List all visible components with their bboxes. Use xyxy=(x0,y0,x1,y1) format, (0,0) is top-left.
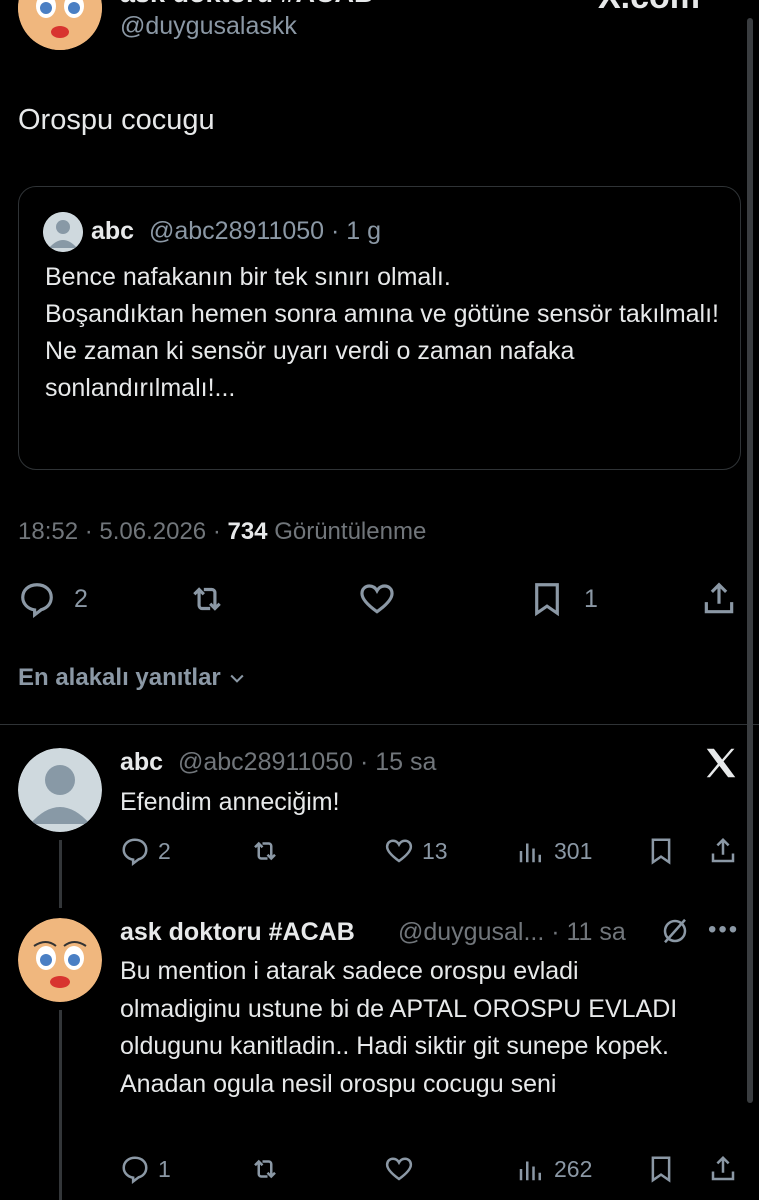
view-count: 301 xyxy=(554,837,593,864)
views-label: Görüntülenme xyxy=(267,518,427,545)
reply-button[interactable]: 2 xyxy=(120,836,171,866)
views-icon xyxy=(519,1161,541,1181)
bookmark-button[interactable] xyxy=(646,836,676,866)
repost-icon xyxy=(193,587,221,611)
like-count: 13 xyxy=(422,837,448,864)
reply-icon xyxy=(122,1156,148,1184)
bookmark-count: 1 xyxy=(584,584,598,613)
bookmark-icon xyxy=(535,583,559,617)
repost-button[interactable] xyxy=(250,1154,280,1184)
replies-sort-dropdown[interactable]: En alakalı yanıtlar xyxy=(18,664,247,692)
x-logo-icon xyxy=(702,744,740,787)
quoted-tweet[interactable]: abc @abc28911050 · 1 g Bence nafakanın b… xyxy=(18,186,741,470)
more-icon[interactable]: ••• xyxy=(708,916,739,944)
reply-count: 2 xyxy=(158,837,171,864)
author-avatar[interactable] xyxy=(18,0,102,50)
repost-icon xyxy=(254,1159,276,1179)
reply-author-name[interactable]: abc xyxy=(120,748,163,777)
share-button[interactable] xyxy=(708,1154,738,1184)
reply-icon xyxy=(122,838,148,866)
repost-button[interactable] xyxy=(188,580,226,618)
reply-text: Bu mention i atarak sadece orospu evladi… xyxy=(120,957,678,1098)
reply-button[interactable]: 2 xyxy=(18,580,88,618)
repost-icon xyxy=(254,841,276,861)
quote-meta: @abc28911050 · 1 g xyxy=(149,217,382,245)
views-button[interactable]: 262 xyxy=(516,1154,592,1184)
author-display-name[interactable]: ask doktoru #ACAB xyxy=(120,0,374,9)
reply-button[interactable]: 1 xyxy=(120,1154,171,1184)
reply-avatar[interactable] xyxy=(18,918,102,1002)
bookmark-icon xyxy=(651,1156,671,1183)
divider xyxy=(0,724,759,725)
quote-text: Bence nafakanın bir tek sınırı olmalı. B… xyxy=(45,263,719,402)
reply-author-name[interactable]: ask doktoru #ACAB xyxy=(120,918,355,947)
view-count: 262 xyxy=(554,1155,593,1182)
grok-icon[interactable] xyxy=(660,916,690,951)
bookmark-button[interactable]: 1 xyxy=(528,580,598,618)
share-icon xyxy=(711,1155,735,1181)
share-button[interactable] xyxy=(700,580,738,618)
heart-icon xyxy=(360,584,394,614)
reply-meta: @duygusal... · 11 sa xyxy=(398,918,626,946)
like-button[interactable] xyxy=(358,580,396,618)
watermark: X.com xyxy=(598,0,700,17)
share-icon xyxy=(711,837,735,863)
thread-line xyxy=(59,1010,62,1200)
post-timestamp: 18:52 · 5.06.2026 · 734 Görüntülenme xyxy=(18,518,426,546)
repost-button[interactable] xyxy=(250,836,280,866)
views-icon xyxy=(519,843,541,863)
share-icon xyxy=(704,582,734,614)
reply-text: Efendim anneciğim! xyxy=(120,788,340,816)
reply-icon xyxy=(21,583,53,618)
post-text: Orospu cocugu xyxy=(18,104,215,136)
views-button[interactable]: 301 xyxy=(516,836,592,866)
reply-count: 1 xyxy=(158,1155,171,1182)
like-button[interactable] xyxy=(384,1154,414,1184)
chevron-down-icon xyxy=(230,674,244,683)
post-time: 18:52 · 5.06.2026 · xyxy=(18,518,228,545)
quote-author-name: abc xyxy=(91,217,135,245)
bookmark-icon xyxy=(651,838,671,865)
heart-icon xyxy=(385,1157,413,1181)
bookmark-button[interactable] xyxy=(646,1154,676,1184)
reply-count: 2 xyxy=(74,584,88,613)
view-count: 734 xyxy=(227,518,268,545)
sort-label: En alakalı yanıtlar xyxy=(18,664,221,691)
quote-avatar xyxy=(43,212,83,252)
scrollbar[interactable] xyxy=(747,18,753,1103)
like-button[interactable]: 13 xyxy=(384,836,448,866)
thread-line xyxy=(59,840,62,908)
heart-icon xyxy=(385,839,413,863)
author-handle[interactable]: @duygusalaskk xyxy=(120,12,297,41)
reply-meta: @abc28911050 · 15 sa xyxy=(178,748,437,776)
reply-avatar[interactable] xyxy=(18,748,102,832)
share-button[interactable] xyxy=(708,836,738,866)
